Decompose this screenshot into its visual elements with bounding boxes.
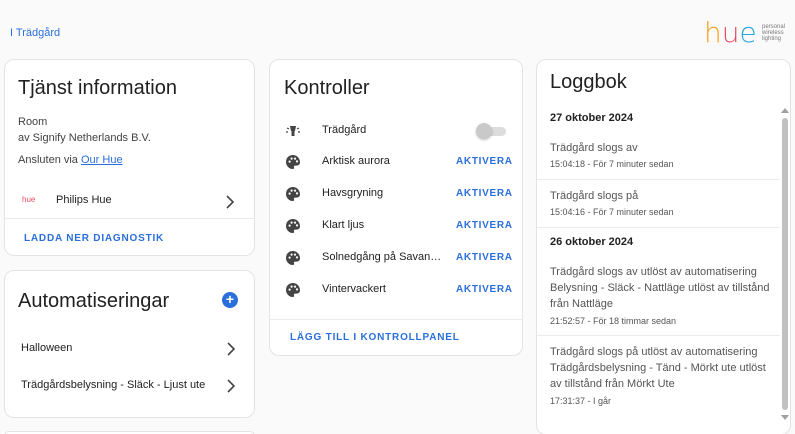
scene-row-solnedgang: Solnedgång på Savannen AKTIVERA bbox=[270, 246, 522, 270]
logo-letter-u: u bbox=[721, 16, 740, 49]
activate-button[interactable]: AKTIVERA bbox=[456, 220, 513, 231]
connected-via-label: Ansluten via bbox=[18, 154, 78, 166]
log-entry: Trädgård slogs av utlöst av automatiseri… bbox=[537, 254, 780, 336]
logo-letter-e: e bbox=[739, 16, 757, 49]
service-vendor: av Signify Netherlands B.V. bbox=[18, 132, 151, 144]
device-label: Philips Hue bbox=[56, 194, 112, 206]
log-text: slogs på utlöst av automatisering bbox=[597, 346, 758, 358]
log-subject[interactable]: Trädgård bbox=[550, 190, 594, 202]
service-type: Room bbox=[18, 116, 48, 128]
logbook-card: Loggbok 27 oktober 2024 Trädgård slogs a… bbox=[536, 59, 791, 434]
hue-device-icon-text: hue bbox=[22, 195, 36, 204]
hue-logo: hue personal wireless lighting bbox=[704, 16, 790, 49]
log-message: Trädgård slogs på bbox=[550, 188, 775, 204]
chevron-right-icon bbox=[226, 379, 236, 393]
log-date: 26 oktober 2024 bbox=[550, 236, 634, 248]
scene-row-arktisk-aurora: Arktisk aurora AKTIVERA bbox=[270, 150, 522, 174]
scene-label: Klart ljus bbox=[322, 219, 365, 231]
log-entry: Trädgård slogs av 15:04:18 - För 7 minut… bbox=[537, 130, 780, 180]
scroll-down-icon[interactable] bbox=[781, 415, 789, 420]
activate-button[interactable]: AKTIVERA bbox=[456, 284, 513, 295]
log-text: slogs av bbox=[597, 142, 638, 154]
automation-label: Trädgårdsbelysning - Släck - Ljust ute bbox=[21, 379, 206, 391]
activate-button[interactable]: AKTIVERA bbox=[456, 188, 513, 199]
scene-row-vintervackert: Vintervackert AKTIVERA bbox=[270, 278, 522, 302]
palette-icon bbox=[285, 154, 301, 170]
log-text: slogs på bbox=[597, 190, 639, 202]
activate-button[interactable]: AKTIVERA bbox=[456, 252, 513, 263]
log-time: 21:52:57 - För 18 timmar sedan bbox=[550, 316, 677, 326]
log-subject[interactable]: Trädgård bbox=[550, 346, 594, 358]
chevron-right-icon bbox=[226, 342, 236, 356]
log-time: 15:04:18 - För 7 minuter sedan bbox=[550, 159, 674, 169]
log-time: 15:04:16 - För 7 minuter sedan bbox=[550, 207, 674, 217]
palette-icon bbox=[285, 218, 301, 234]
control-row-tradgard: Trädgård bbox=[270, 119, 522, 143]
automations-card: Automatiseringar + Halloween Trädgårdsbe… bbox=[4, 270, 255, 418]
service-info-card: Tjänst information Room av Signify Nethe… bbox=[4, 59, 255, 256]
download-diagnostics-button[interactable]: LADDA NER DIAGNOSTIK bbox=[24, 233, 164, 244]
control-label: Trädgård bbox=[322, 124, 367, 136]
activate-button[interactable]: AKTIVERA bbox=[456, 156, 513, 167]
add-automation-icon[interactable]: + bbox=[222, 292, 238, 308]
add-to-dashboard-button[interactable]: LÄGG TILL I KONTROLLPANEL bbox=[290, 332, 460, 343]
palette-icon bbox=[285, 250, 301, 266]
controls-card: Kontroller Trädgård Arktisk aurora AKTIV… bbox=[269, 59, 523, 356]
automations-title: Automatiseringar bbox=[18, 290, 170, 312]
logbook-scrollbar[interactable] bbox=[780, 104, 790, 424]
logo-letter-h: h bbox=[704, 16, 722, 49]
log-entry: Trädgård slogs på utlöst av automatiseri… bbox=[537, 336, 780, 420]
scene-label: Vintervackert bbox=[322, 283, 386, 295]
our-hue-link[interactable]: Our Hue bbox=[81, 154, 123, 166]
chevron-right-icon bbox=[225, 195, 235, 209]
hue-device-icon: hue bbox=[22, 195, 40, 209]
log-time: 17:31:37 - I går bbox=[550, 396, 612, 406]
scene-row-klart-ljus: Klart ljus AKTIVERA bbox=[270, 214, 522, 238]
log-subject[interactable]: Trädgård bbox=[550, 142, 594, 154]
log-message: Trädgård slogs på utlöst av automatiseri… bbox=[550, 344, 775, 392]
logbook-title: Loggbok bbox=[550, 71, 627, 93]
logo-tagline-3: lighting bbox=[762, 36, 782, 42]
automation-item-halloween[interactable]: Halloween bbox=[5, 337, 254, 361]
scene-label: Solnedgång på Savannen bbox=[322, 251, 442, 263]
log-detail: Trädgårdsbelysning - Tänd - Mörkt ute ut… bbox=[550, 362, 766, 390]
breadcrumb[interactable]: I Trädgård bbox=[10, 27, 60, 39]
palette-icon bbox=[285, 186, 301, 202]
controls-title: Kontroller bbox=[284, 77, 370, 99]
automation-label: Halloween bbox=[21, 342, 73, 354]
scene-row-havsgryning: Havsgryning AKTIVERA bbox=[270, 182, 522, 206]
log-entry: Trädgård slogs på 15:04:16 - För 7 minut… bbox=[537, 180, 780, 228]
log-date: 27 oktober 2024 bbox=[550, 112, 634, 124]
scroll-up-icon[interactable] bbox=[781, 108, 789, 113]
log-text: slogs av utlöst av automatisering bbox=[597, 266, 757, 278]
service-info-title: Tjänst information bbox=[18, 77, 177, 99]
automation-item-tradgardsbelysning[interactable]: Trädgårdsbelysning - Släck - Ljust ute bbox=[5, 374, 254, 398]
log-detail: Belysning - Släck - Nattläge utlöst av t… bbox=[550, 282, 770, 310]
scene-label: Arktisk aurora bbox=[322, 155, 390, 167]
log-message: Trädgård slogs av utlöst av automatiseri… bbox=[550, 264, 775, 312]
log-message: Trädgård slogs av bbox=[550, 140, 775, 156]
tradgard-toggle[interactable] bbox=[476, 123, 506, 139]
scroll-thumb[interactable] bbox=[782, 118, 788, 410]
palette-icon bbox=[285, 282, 301, 298]
device-row-philips-hue[interactable]: hue Philips Hue bbox=[5, 187, 254, 217]
service-connection: Ansluten via Our Hue bbox=[18, 154, 123, 166]
room-lights-icon bbox=[285, 123, 301, 139]
scene-label: Havsgryning bbox=[322, 187, 384, 199]
log-subject[interactable]: Trädgård bbox=[550, 266, 594, 278]
